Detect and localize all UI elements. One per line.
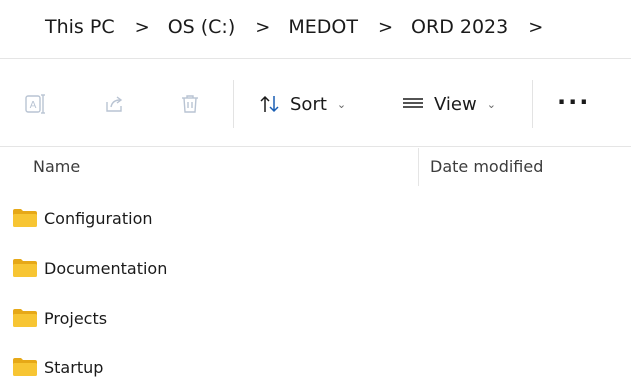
sort-button[interactable]: Sort ⌄ xyxy=(258,86,346,122)
column-resize-handle[interactable] xyxy=(418,148,419,186)
list-item[interactable]: Projects xyxy=(0,296,631,340)
folder-icon xyxy=(13,309,37,327)
list-item[interactable]: Documentation xyxy=(0,246,631,290)
file-name: Startup xyxy=(44,357,104,377)
list-item[interactable]: Startup xyxy=(0,345,631,378)
folder-icon xyxy=(13,209,37,227)
sort-label: Sort xyxy=(290,93,327,115)
chevron-right-icon[interactable]: > xyxy=(135,17,150,38)
view-button[interactable]: View ⌄ xyxy=(400,86,496,122)
chevron-right-icon[interactable]: > xyxy=(378,17,393,38)
toolbar-separator xyxy=(233,80,234,128)
breadcrumb-os-c[interactable]: OS (C:) xyxy=(166,16,238,38)
file-explorer-window: This PC > OS (C:) > MEDOT > ORD 2023 > A xyxy=(0,0,631,378)
folder-icon xyxy=(13,259,37,277)
column-header-name[interactable]: Name xyxy=(33,157,80,176)
chevron-right-icon[interactable]: > xyxy=(528,17,543,38)
breadcrumb-this-pc[interactable]: This PC xyxy=(43,16,117,38)
file-name: Documentation xyxy=(44,258,168,278)
more-options-button[interactable]: ··· xyxy=(557,90,590,114)
chevron-down-icon: ⌄ xyxy=(336,97,347,111)
trash-icon[interactable] xyxy=(175,89,205,119)
list-item[interactable]: Configuration xyxy=(0,196,631,240)
column-header-date-modified[interactable]: Date modified xyxy=(430,157,543,176)
view-label: View xyxy=(434,93,477,115)
command-bar: A Sort ⌄ View ⌄ ··· xyxy=(0,72,631,138)
svg-text:A: A xyxy=(30,100,37,111)
breadcrumb: This PC > OS (C:) > MEDOT > ORD 2023 > xyxy=(0,0,631,54)
sort-arrows-icon xyxy=(260,95,279,113)
breadcrumb-ord-2023[interactable]: ORD 2023 xyxy=(409,16,510,38)
folder-icon xyxy=(13,358,37,376)
toolbar-separator xyxy=(532,80,533,128)
divider xyxy=(0,58,631,59)
view-list-icon xyxy=(403,98,423,108)
chevron-down-icon: ⌄ xyxy=(486,97,496,111)
column-header-row: Name Date modified xyxy=(0,148,631,186)
share-icon[interactable] xyxy=(99,89,129,119)
file-name: Configuration xyxy=(44,208,153,228)
chevron-right-icon[interactable]: > xyxy=(255,17,270,38)
file-name: Projects xyxy=(44,308,108,328)
breadcrumb-medot[interactable]: MEDOT xyxy=(286,16,360,38)
rename-icon[interactable]: A xyxy=(20,89,50,119)
divider xyxy=(0,146,631,147)
